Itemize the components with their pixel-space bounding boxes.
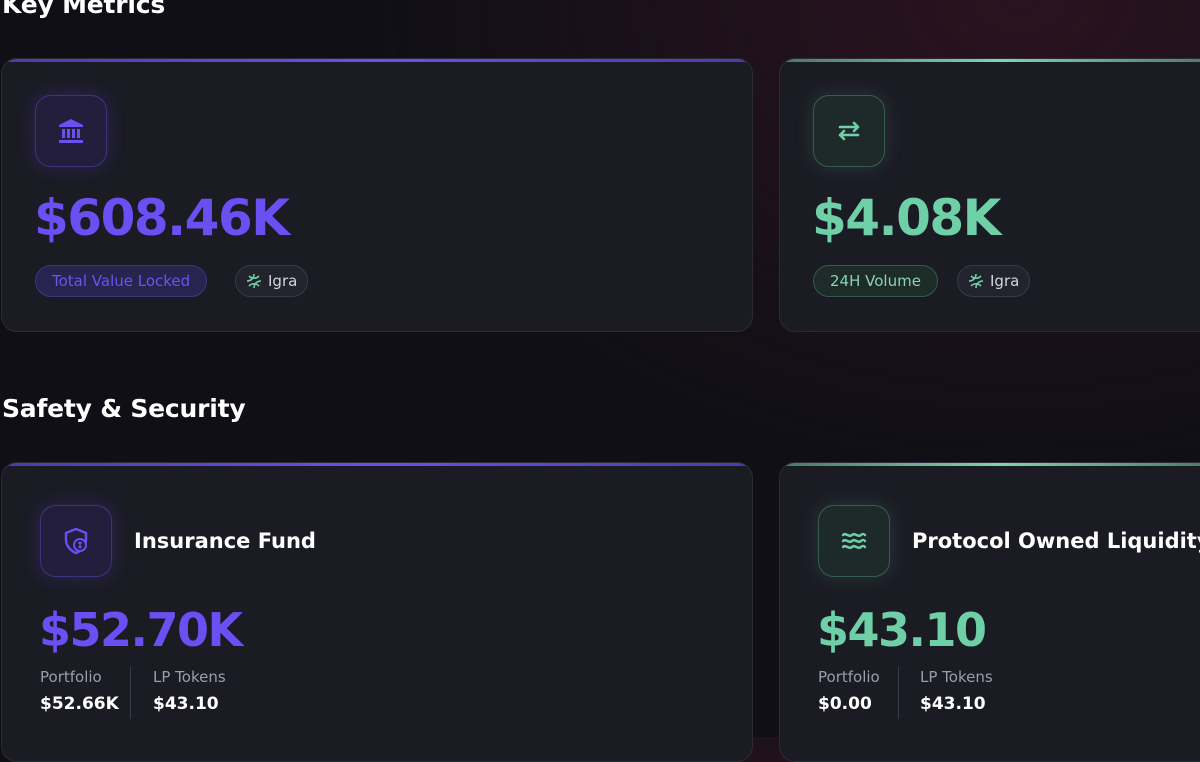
tvl-value: $608.46K — [34, 189, 290, 247]
volume-card: $4.08K 24H Volume Igra — [779, 58, 1200, 332]
tvl-label-badge: Total Value Locked — [35, 265, 208, 297]
section-title-key-metrics: Key Metrics — [2, 0, 166, 19]
stat-divider — [898, 667, 899, 719]
volume-label-badge: 24H Volume — [813, 265, 938, 297]
insurance-fund-value: $52.70K — [39, 603, 243, 657]
pol-title: Protocol Owned Liquidity — [912, 529, 1200, 553]
lp-tokens-label: LP Tokens — [920, 668, 993, 686]
stat-divider — [130, 667, 131, 719]
shield-dollar-icon — [40, 505, 112, 577]
lp-tokens-label: LP Tokens — [153, 668, 226, 686]
swap-arrows-icon — [813, 95, 885, 167]
waves-icon — [818, 505, 890, 577]
network-badge: Igra — [235, 265, 309, 297]
portfolio-label: Portfolio — [40, 668, 102, 686]
protocol-owned-liquidity-card: Protocol Owned Liquidity $43.10 Portfoli… — [779, 462, 1200, 762]
network-label: Igra — [268, 272, 298, 290]
lp-tokens-value: $43.10 — [153, 694, 219, 714]
volume-value: $4.08K — [812, 189, 1001, 247]
portfolio-value: $52.66K — [40, 694, 119, 714]
igra-logo-icon — [968, 273, 984, 289]
lp-tokens-value: $43.10 — [920, 694, 986, 714]
portfolio-value: $0.00 — [818, 694, 872, 714]
bank-icon — [35, 95, 107, 167]
igra-logo-icon — [246, 273, 262, 289]
insurance-fund-title: Insurance Fund — [134, 529, 316, 553]
insurance-fund-card: Insurance Fund $52.70K Portfolio $52.66K… — [1, 462, 753, 762]
section-title-safety: Safety & Security — [2, 394, 246, 423]
pol-value: $43.10 — [817, 603, 987, 657]
portfolio-label: Portfolio — [818, 668, 880, 686]
network-badge: Igra — [957, 265, 1031, 297]
tvl-card: $608.46K Total Value Locked Igra — [1, 58, 753, 332]
network-label: Igra — [990, 272, 1020, 290]
